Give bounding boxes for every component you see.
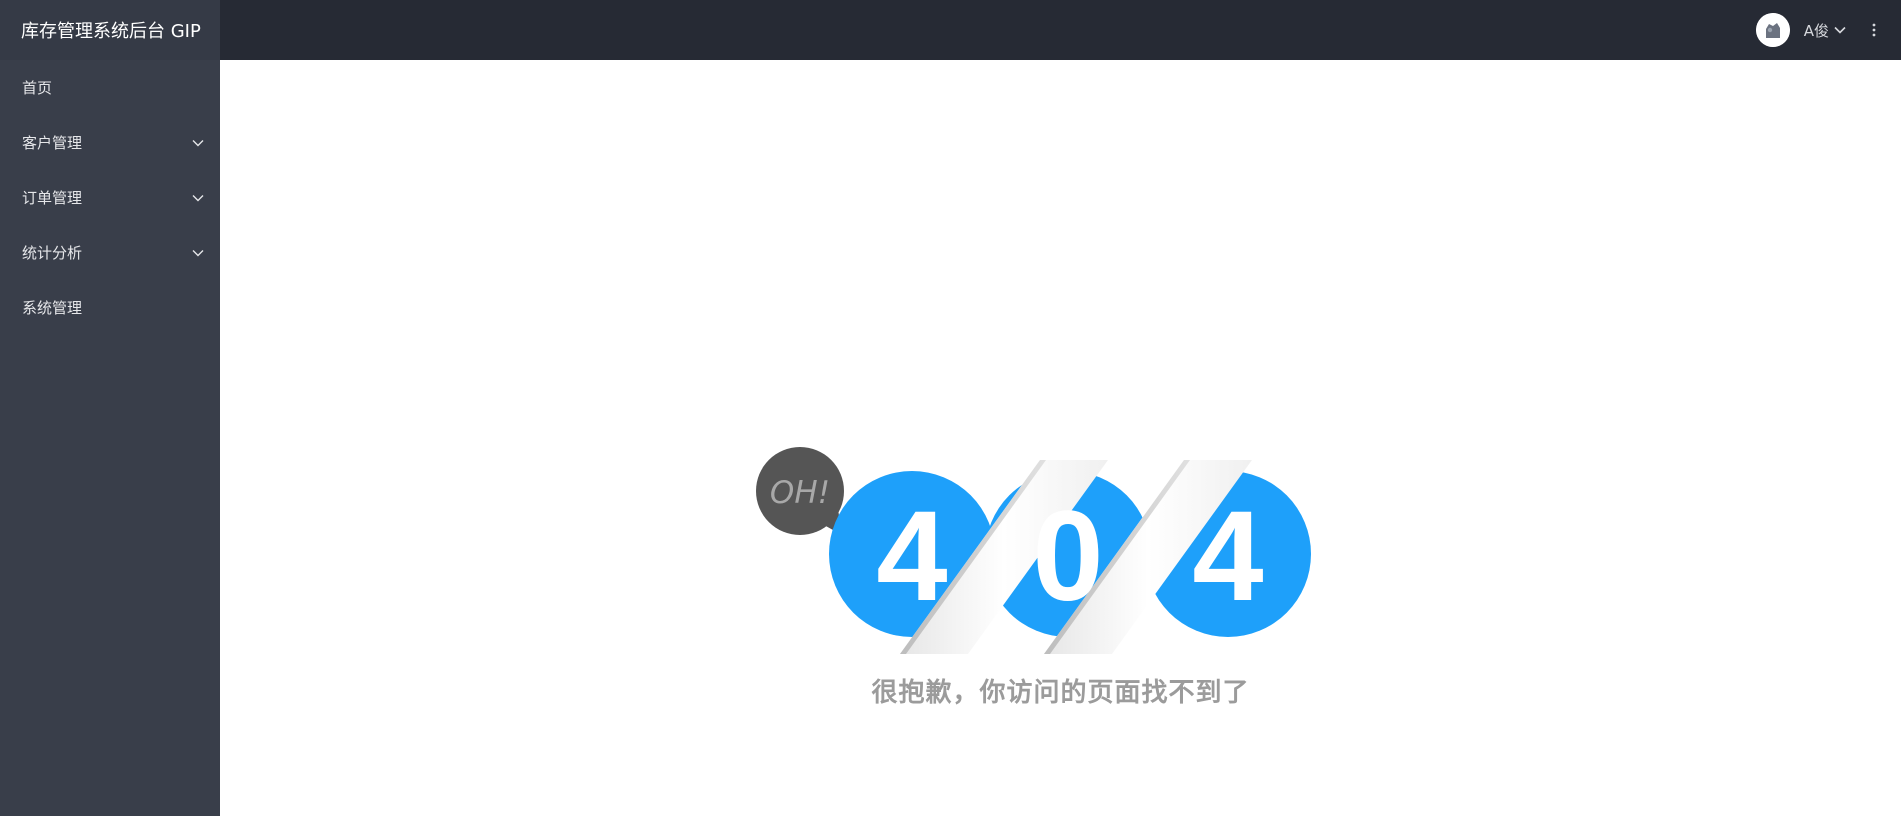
user-menu[interactable]: A俊 — [1804, 20, 1846, 41]
chevron-down-icon — [1834, 26, 1846, 34]
error-message: 很抱歉，你访问的页面找不到了 — [871, 678, 1250, 708]
sidebar-item-label: 首页 — [22, 79, 53, 97]
user-area: A俊 — [1755, 0, 1901, 60]
avatar-image — [1755, 13, 1790, 47]
digit-3: 4 — [1192, 485, 1263, 628]
sidebar-item-label: 系统管理 — [22, 299, 83, 317]
user-name-label: A俊 — [1803, 21, 1829, 40]
oh-bubble: OH! — [756, 447, 844, 535]
digit-2: 0 — [1032, 485, 1103, 628]
sidebar-item-home[interactable]: 首页 — [0, 60, 220, 115]
main-content: OH! 4 0 4 很抱歉，你访问的页面找不到了 — [220, 60, 1901, 816]
more-vertical-icon[interactable] — [1846, 0, 1901, 60]
chevron-down-icon — [192, 194, 204, 202]
sidebar-item-label: 统计分析 — [22, 244, 83, 262]
sidebar-item-statistics[interactable]: 统计分析 — [0, 225, 220, 280]
sidebar-item-orders[interactable]: 订单管理 — [0, 170, 220, 225]
chevron-down-icon — [192, 249, 204, 257]
brand-title: 库存管理系统后台 GIP — [0, 0, 220, 60]
sidebar-item-system[interactable]: 系统管理 — [0, 280, 220, 335]
oh-text: OH! — [770, 475, 830, 511]
error-404-illustration: OH! 4 0 4 — [756, 447, 1311, 654]
top-bar: 库存管理系统后台 GIP A俊 — [0, 0, 1901, 60]
sidebar: 首页 客户管理 订单管理 统计分析 系统管理 — [0, 60, 220, 816]
chevron-down-icon — [192, 139, 204, 147]
user-avatar[interactable] — [1755, 13, 1790, 47]
sidebar-item-customers[interactable]: 客户管理 — [0, 115, 220, 170]
sidebar-item-label: 客户管理 — [22, 134, 83, 152]
sidebar-item-label: 订单管理 — [22, 189, 83, 207]
digit-1: 4 — [876, 485, 947, 628]
